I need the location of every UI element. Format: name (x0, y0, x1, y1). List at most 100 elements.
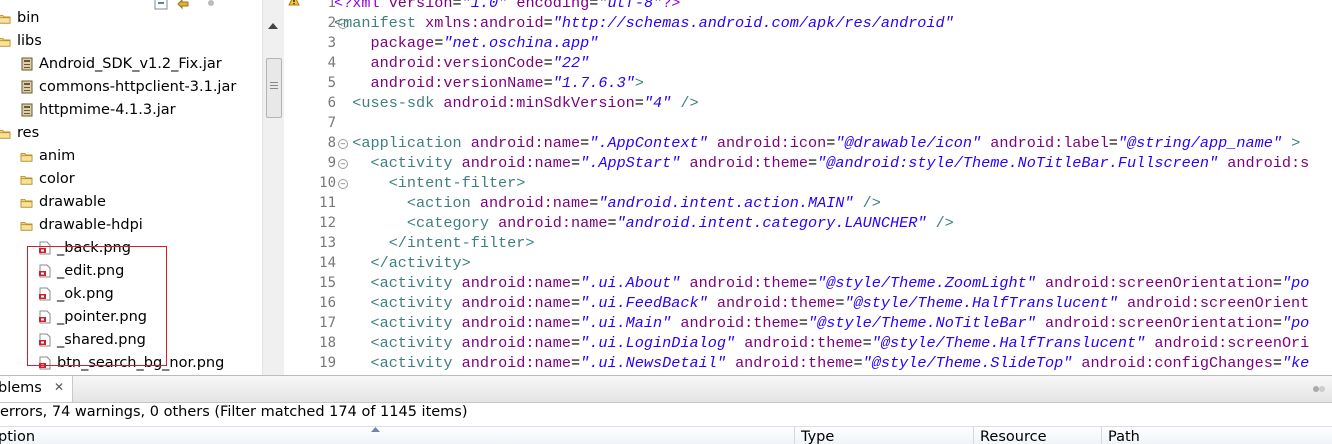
tree-item-label: Android_SDK_v1.2_Fix.jar (39, 56, 222, 72)
code-token: </activity> (370, 254, 471, 272)
column-divider[interactable] (1101, 427, 1102, 444)
code-line[interactable]: android:versionCode="22" (334, 53, 589, 73)
code-token: ".ui.About" (580, 274, 681, 292)
code-line[interactable]: package="net.oschina.app" (334, 33, 598, 53)
code-token: = (580, 134, 590, 152)
column-path[interactable]: Path (1108, 429, 1140, 444)
code-line[interactable]: </activity> (334, 253, 471, 273)
code-line[interactable]: <?xml version="1.0" encoding="utf-8"?> (334, 0, 680, 13)
code-token: ".ui.Main" (580, 314, 672, 332)
folder-icon (20, 152, 33, 162)
code-token: android:minSdkVersion (443, 94, 635, 112)
link-with-editor-icon[interactable] (176, 0, 190, 10)
warning-icon[interactable] (288, 0, 300, 6)
code-token: "@string/app_name" (1117, 134, 1282, 152)
code-line[interactable]: android:versionName="1.7.6.3"> (334, 73, 644, 93)
code-token: "@style/Theme.SlideTop" (862, 354, 1073, 372)
code-token: "@style/Theme.ZoomLight" (817, 274, 1036, 292)
code-token: /> (853, 194, 881, 212)
code-line[interactable]: <application android:name=".AppContext" … (334, 133, 1300, 153)
tree-item-label: commons-httpclient-3.1.jar (39, 79, 237, 95)
code-token: = (807, 274, 818, 292)
scrollbar-thumb[interactable] (266, 58, 282, 118)
code-line[interactable]: <activity android:name=".ui.Main" androi… (334, 313, 1309, 333)
code-token: android:screenOrient (1127, 294, 1310, 312)
code-line[interactable]: <intent-filter> (334, 173, 526, 193)
folder-icon (0, 14, 11, 24)
view-menu-icon[interactable] (204, 0, 218, 10)
code-token: = (853, 354, 863, 372)
code-line[interactable]: <activity android:name=".ui.NewsDetail" … (334, 353, 1309, 373)
code-token: = (589, 194, 599, 212)
code-token: "@drawable/icon" (835, 134, 982, 152)
code-token: <activity (370, 154, 462, 172)
sort-indicator-icon (371, 427, 380, 432)
code-token: android:name (470, 134, 581, 152)
tab-problems[interactable]: blems ✕ (0, 376, 73, 402)
code-token: "utf-8" (598, 0, 663, 12)
code-token: android:name (498, 214, 608, 232)
code-line[interactable]: <uses-sdk android:minSdkVersion="4" /> (334, 93, 699, 113)
problems-column-header: iption Type Resource Path (0, 426, 1332, 444)
code-token: = (807, 154, 818, 172)
jar-icon (21, 80, 33, 94)
code-token: ".ui.FeedBack" (580, 294, 708, 312)
view-menu-icon[interactable] (1312, 383, 1326, 395)
code-token: = (1272, 354, 1282, 372)
column-description[interactable]: iption (0, 429, 35, 444)
code-token: android:versionName (370, 74, 544, 92)
code-token: <category (406, 214, 499, 232)
column-divider[interactable] (973, 427, 974, 444)
code-token: <application (352, 134, 471, 152)
code-line[interactable]: <activity android:name=".ui.About" andro… (334, 273, 1309, 293)
code-token: ".AppStart" (580, 154, 681, 172)
tree-item-label: anim (39, 148, 76, 164)
code-line[interactable]: <activity android:name=".AppStart" andro… (334, 153, 1309, 173)
folder-icon (20, 175, 33, 185)
code-token: "net.oschina.app" (443, 34, 599, 52)
problems-view: blems ✕ errors, 74 warnings, 0 others (F… (0, 375, 1332, 444)
code-line[interactable]: <manifest xmlns:android="http://schemas.… (334, 13, 954, 33)
code-token: package (370, 34, 435, 52)
code-token: /> (671, 94, 699, 112)
tree-item-label: color (39, 171, 75, 187)
close-icon[interactable]: ✕ (54, 380, 64, 394)
code-token: = (543, 54, 553, 72)
code-token: android:theme (680, 314, 799, 332)
code-token: "po (1281, 274, 1310, 292)
column-resource[interactable]: Resource (980, 429, 1047, 444)
code-token: <activity (370, 274, 462, 292)
code-token: android:name (461, 334, 571, 352)
code-line[interactable]: <category android:name="android.intent.c… (334, 213, 954, 233)
code-line[interactable]: <activity android:name=".ui.LoginDialog"… (334, 333, 1309, 353)
code-token: <action (406, 194, 480, 212)
tab-problems-label: blems (0, 380, 42, 396)
collapse-all-icon[interactable] (154, 0, 168, 10)
code-token: ".ui.NewsDetail" (580, 354, 726, 372)
code-line[interactable]: <activity android:name=".ui.FeedBack" an… (334, 293, 1309, 313)
code-line[interactable]: </intent-filter> (334, 233, 535, 253)
highlight-box (27, 246, 167, 366)
code-line[interactable]: <action android:name="android.intent.act… (334, 193, 881, 213)
folder-icon (0, 37, 11, 47)
explorer-scrollbar[interactable] (262, 0, 284, 375)
column-divider[interactable] (794, 427, 795, 444)
folder-icon (0, 129, 11, 139)
xml-editor[interactable]: 1 2−3 4 5 6 7 8−9−10−11 12 13 14 15 16 17 18 19 <?xml … (284, 0, 1332, 375)
code-token: "1.0" (461, 0, 508, 12)
code-token: > (634, 74, 644, 92)
column-type[interactable]: Type (801, 429, 834, 444)
code-token: <activity (370, 294, 462, 312)
scroll-up-icon[interactable] (268, 22, 278, 29)
